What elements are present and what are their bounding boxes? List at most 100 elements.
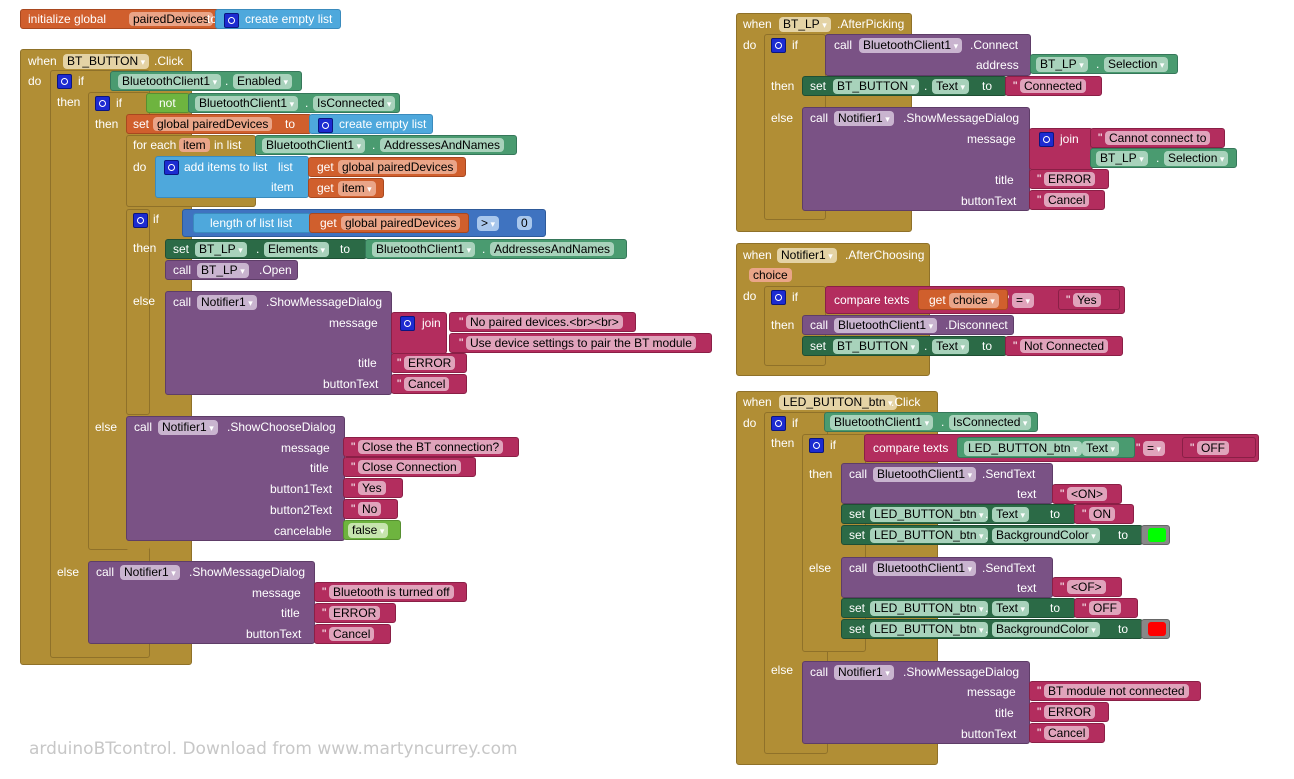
- send-text-block[interactable]: call BluetoothClient1 .SendText text: [841, 557, 1053, 598]
- property-dropdown[interactable]: Elements: [264, 242, 330, 257]
- component-dropdown[interactable]: BT_BUTTON: [833, 79, 920, 94]
- component-dropdown[interactable]: BT_LP: [779, 17, 831, 32]
- component-dropdown[interactable]: Notifier1: [834, 111, 894, 126]
- text-field[interactable]: Cancel: [1044, 193, 1090, 207]
- property-dropdown[interactable]: IsConnected: [313, 96, 396, 111]
- text-block[interactable]: Connected ": [1005, 76, 1102, 96]
- join-block[interactable]: join: [391, 312, 447, 354]
- text-block[interactable]: Cancel ": [391, 374, 467, 394]
- gear-icon[interactable]: [771, 416, 786, 431]
- text-field[interactable]: Cancel: [404, 377, 450, 391]
- text-field[interactable]: Close the BT connection?: [358, 440, 504, 454]
- selection-getter[interactable]: BT_LP . Selection: [1030, 54, 1178, 74]
- text-field[interactable]: ERROR: [1044, 705, 1096, 719]
- length-of-list-block[interactable]: length of list list: [193, 213, 311, 233]
- variable-dropdown[interactable]: global pairedDevices: [153, 117, 273, 131]
- text-block[interactable]: Bluetooth is turned off ": [314, 582, 467, 602]
- create-empty-list-block[interactable]: create empty list: [309, 114, 433, 134]
- text-block[interactable]: Yes ": [1058, 289, 1120, 310]
- gear-icon[interactable]: [771, 38, 786, 53]
- text-block[interactable]: Cancel ": [1029, 723, 1105, 743]
- operator-dropdown[interactable]: =: [1143, 441, 1166, 456]
- text-block[interactable]: No ": [343, 499, 398, 519]
- add-items-to-list-block[interactable]: add items to list list item: [155, 156, 309, 198]
- not-block[interactable]: not: [146, 93, 190, 113]
- text-field[interactable]: ON: [1089, 507, 1115, 521]
- variable-dropdown[interactable]: global pairedDevices: [341, 216, 461, 230]
- text-field[interactable]: <OF>: [1067, 580, 1106, 594]
- component-dropdown[interactable]: BT_LP: [1096, 151, 1148, 166]
- gear-icon[interactable]: [1039, 132, 1054, 147]
- component-dropdown[interactable]: BT_BUTTON: [63, 54, 150, 69]
- text-block[interactable]: BT module not connected ": [1029, 681, 1201, 701]
- text-block[interactable]: <OF> ": [1052, 577, 1122, 597]
- text-getter[interactable]: LED_BUTTON_btn . Text: [957, 437, 1135, 458]
- set-background-color-block[interactable]: set LED_BUTTON_btn . BackgroundColor to: [841, 525, 1143, 545]
- set-background-color-block[interactable]: set LED_BUTTON_btn . BackgroundColor to: [841, 619, 1143, 639]
- text-block[interactable]: ERROR ": [1029, 702, 1109, 722]
- global-var-name[interactable]: pairedDevices: [129, 12, 214, 26]
- text-block[interactable]: OFF ": [1182, 437, 1256, 458]
- property-dropdown[interactable]: Selection: [1104, 57, 1169, 72]
- property-dropdown[interactable]: AddressesAndNames: [380, 138, 505, 152]
- property-dropdown[interactable]: AddressesAndNames: [490, 242, 615, 256]
- text-field[interactable]: Cancel: [1044, 726, 1090, 740]
- parameter-choice[interactable]: choice: [749, 268, 792, 282]
- number-field[interactable]: 0: [517, 216, 532, 230]
- variable-dropdown[interactable]: global pairedDevices: [338, 160, 458, 174]
- component-dropdown[interactable]: BluetoothClient1: [830, 415, 934, 430]
- isconnected-getter[interactable]: BluetoothClient1 . IsConnected: [188, 93, 400, 113]
- component-dropdown[interactable]: BT_LP: [195, 242, 247, 257]
- addresses-getter[interactable]: BluetoothClient1 . AddressesAndNames: [365, 239, 627, 259]
- set-text-block[interactable]: set BT_BUTTON . Text to: [802, 336, 1007, 356]
- text-field[interactable]: Not Connected: [1020, 339, 1109, 353]
- gear-icon[interactable]: [400, 316, 415, 331]
- call-connect-block[interactable]: call BluetoothClient1 .Connect address: [825, 34, 1031, 76]
- component-dropdown[interactable]: Notifier1: [120, 565, 180, 580]
- text-block[interactable]: Cancel ": [314, 624, 391, 644]
- boolean-block[interactable]: false: [343, 520, 401, 540]
- component-dropdown[interactable]: LED_BUTTON_btn: [870, 507, 988, 522]
- call-open-block[interactable]: call BT_LP .Open: [165, 260, 298, 280]
- component-dropdown[interactable]: BluetoothClient1: [195, 96, 299, 111]
- component-dropdown[interactable]: BT_LP: [197, 263, 249, 278]
- component-dropdown[interactable]: LED_BUTTON_btn: [964, 441, 1082, 456]
- set-text-block[interactable]: set LED_BUTTON_btn . Text to: [841, 504, 1076, 524]
- text-field[interactable]: OFF: [1089, 601, 1121, 615]
- selection-getter[interactable]: BT_LP . Selection: [1090, 148, 1237, 168]
- component-dropdown[interactable]: Notifier1: [158, 420, 218, 435]
- component-dropdown[interactable]: BluetoothClient1: [859, 38, 963, 53]
- property-dropdown[interactable]: Text: [932, 79, 970, 94]
- get-global-block[interactable]: get global pairedDevices: [309, 213, 469, 233]
- component-dropdown[interactable]: BluetoothClient1: [118, 74, 222, 89]
- property-dropdown[interactable]: Text: [992, 507, 1030, 522]
- text-field[interactable]: BT module not connected: [1044, 684, 1189, 698]
- component-dropdown[interactable]: LED_BUTTON_btn: [870, 601, 988, 616]
- show-message-dialog-block[interactable]: call Notifier1 .ShowMessageDialog messag…: [165, 291, 392, 395]
- bluetooth-enabled-getter[interactable]: BluetoothClient1 . Enabled: [110, 71, 302, 91]
- text-field[interactable]: Cannot connect to: [1105, 131, 1211, 145]
- boolean-dropdown[interactable]: false: [348, 523, 389, 538]
- gear-icon[interactable]: [95, 96, 110, 111]
- text-block[interactable]: ERROR ": [314, 603, 396, 623]
- text-field[interactable]: OFF: [1197, 441, 1229, 455]
- show-message-dialog-block[interactable]: call Notifier1 .ShowMessageDialog messag…: [802, 661, 1030, 744]
- property-dropdown[interactable]: Text: [1082, 441, 1120, 456]
- component-dropdown[interactable]: LED_BUTTON_btn: [870, 528, 988, 543]
- component-dropdown[interactable]: BluetoothClient1: [873, 467, 977, 482]
- text-block[interactable]: ON ": [1074, 504, 1134, 524]
- global-init-block[interactable]: initialize global pairedDevices to: [20, 9, 220, 29]
- text-block[interactable]: Close Connection ": [343, 457, 476, 477]
- if-else-length-block[interactable]: then else: [126, 209, 156, 415]
- component-dropdown[interactable]: BT_LP: [1036, 57, 1088, 72]
- component-dropdown[interactable]: BT_BUTTON: [833, 339, 920, 354]
- component-dropdown[interactable]: LED_BUTTON_btn: [779, 395, 897, 410]
- text-block[interactable]: Close the BT connection? ": [343, 437, 519, 457]
- text-block[interactable]: ERROR ": [391, 353, 467, 373]
- text-field[interactable]: <ON>: [1067, 487, 1108, 501]
- set-text-block[interactable]: set LED_BUTTON_btn . Text to: [841, 598, 1076, 618]
- get-item-block[interactable]: get item: [308, 178, 384, 198]
- component-dropdown[interactable]: BluetoothClient1: [834, 318, 938, 333]
- text-field[interactable]: ERROR: [1044, 172, 1096, 186]
- gear-icon[interactable]: [133, 213, 148, 228]
